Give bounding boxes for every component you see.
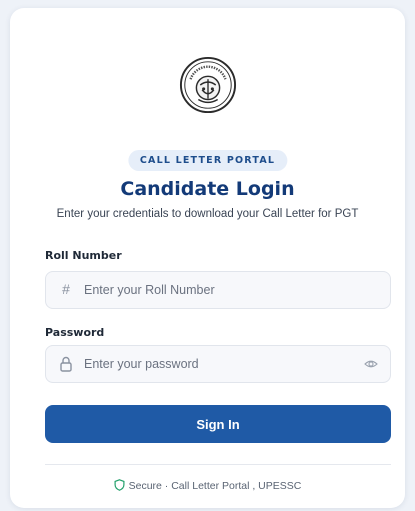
hash-icon: # xyxy=(62,281,70,297)
divider xyxy=(45,464,391,465)
state-emblem-logo xyxy=(179,56,236,114)
lock-icon xyxy=(60,356,72,372)
password-input[interactable] xyxy=(84,346,344,382)
shield-check-icon xyxy=(114,479,125,491)
roll-number-label: Roll Number xyxy=(45,249,122,262)
portal-badge: CALL LETTER PORTAL xyxy=(127,150,288,171)
roll-number-input[interactable] xyxy=(84,272,344,308)
roll-number-field[interactable]: # xyxy=(45,271,391,309)
footer-text: Secure · Call Letter Portal , UPESSC xyxy=(128,480,302,492)
eye-icon[interactable] xyxy=(364,357,378,371)
password-label: Password xyxy=(45,326,105,339)
footer-secure-note: Secure · Call Letter Portal , UPESSC xyxy=(10,479,405,492)
page-subtitle: Enter your credentials to download your … xyxy=(56,208,359,220)
login-card: CALL LETTER PORTAL Candidate Login Enter… xyxy=(10,8,405,508)
page-title: Candidate Login xyxy=(120,178,295,200)
password-field[interactable] xyxy=(45,345,391,383)
sign-in-button[interactable]: Sign In xyxy=(45,405,391,443)
